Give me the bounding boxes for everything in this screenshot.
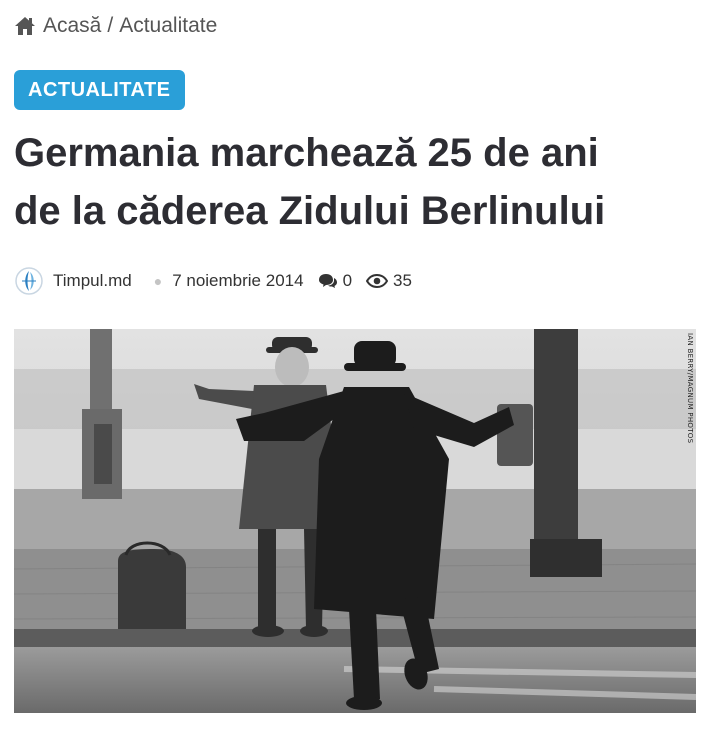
views-count: 35 [393,271,412,290]
author-name[interactable]: Timpul.md [53,271,132,291]
berlin-reunion-photo [14,329,696,713]
article-title: Germania marchează 25 de ani de la căder… [14,124,694,240]
views-count-group: 35 [366,271,412,291]
meta-separator-dot: ● [153,273,163,289]
article-meta: Timpul.md ● 7 noiembrie 2014 0 35 [14,264,412,298]
article-photo: IAN BERRY/MAGNUM PHOTOS [14,329,696,713]
author-avatar[interactable] [14,266,44,296]
breadcrumb-current-link[interactable]: Actualitate [119,14,217,38]
comments-count-group[interactable]: 0 [318,271,352,291]
breadcrumb: Acasă / Actualitate [14,12,217,40]
article-title-line2: de la căderea Zidului Berlinului [14,189,606,233]
photo-credit: IAN BERRY/MAGNUM PHOTOS [686,333,694,444]
publish-date: 7 noiembrie 2014 [172,271,304,290]
home-icon[interactable] [14,16,36,36]
breadcrumb-separator: / [107,14,114,37]
category-badge[interactable]: ACTUALITATE [14,70,185,110]
eye-icon [366,274,389,288]
comments-icon [318,274,337,288]
comments-count: 0 [342,271,353,290]
breadcrumb-home-link[interactable]: Acasă [43,14,101,38]
article-title-line1: Germania marchează 25 de ani [14,131,599,175]
